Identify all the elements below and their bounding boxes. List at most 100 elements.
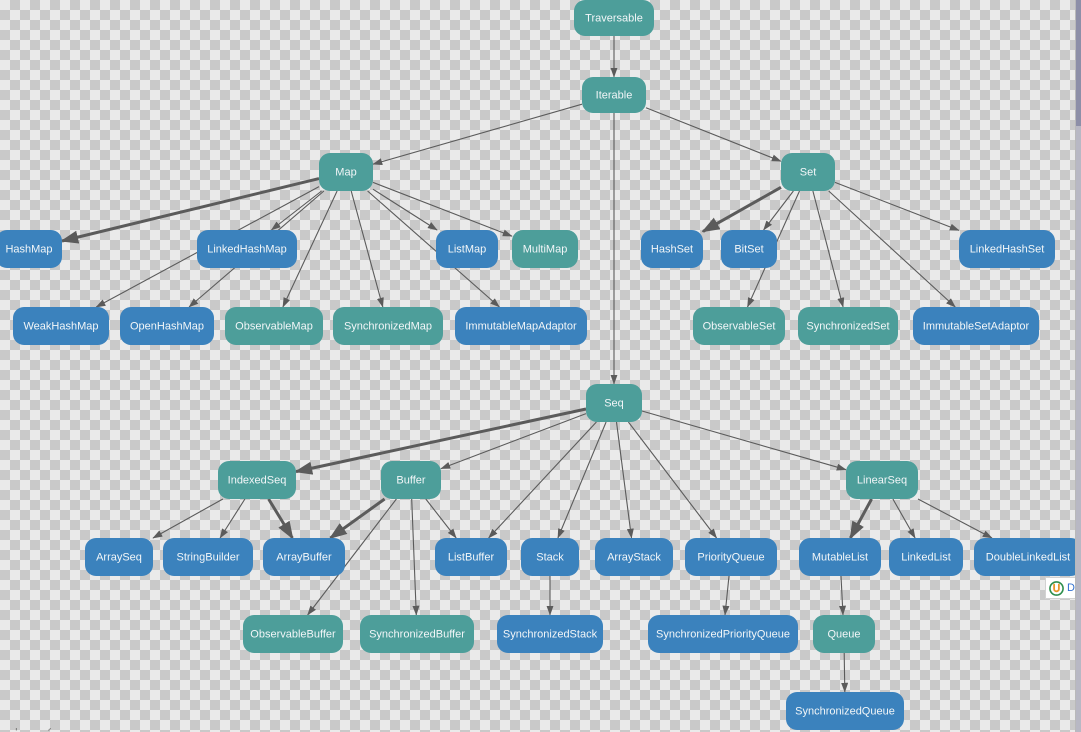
node-arraybuffer[interactable]: ArrayBuffer [263,538,345,576]
node-label: ObservableBuffer [250,628,336,640]
edge-Seq-to-IndexedSeq [294,407,587,475]
node-set[interactable]: Set [781,153,835,191]
node-multimap[interactable]: MultiMap [512,230,578,268]
node-label: IndexedSeq [228,474,287,486]
edge-Seq-to-Stack [557,421,607,539]
vertical-scrollbar[interactable] [1075,0,1081,732]
bottom-sliver-text: a partially visible line of cut-off text [6,728,173,731]
node-arraystack[interactable]: ArrayStack [595,538,673,576]
edge-MutableList-to-Queue [839,575,847,616]
node-label: LinkedHashSet [970,243,1045,255]
scrollbar-trough[interactable] [1076,126,1081,732]
edge-LinearSeq-to-DoubleLinkedList [917,498,993,539]
node-layer: Traversable Iterable Map Set HashMap LinkedHa… [0,0,1076,730]
node-buffer[interactable]: Buffer [381,461,441,499]
node-immutablesetadaptor[interactable]: ImmutableSetAdaptor [913,307,1039,345]
node-label: HashSet [651,243,693,255]
node-mutablelist[interactable]: MutableList [799,538,881,576]
node-seq[interactable]: Seq [586,384,642,422]
node-label: BitSet [734,243,763,255]
edge-LinearSeq-to-LinkedList [892,498,916,539]
edge-Seq-to-PriorityQueue [627,421,718,539]
node-label: LinearSeq [857,474,907,486]
edge-Iterable-to-Map [372,103,583,166]
edge-Buffer-to-ArrayBuffer [328,497,386,540]
node-synchronizedmap[interactable]: SynchronizedMap [333,307,443,345]
edge-Seq-to-LinearSeq [641,410,847,471]
node-listmap[interactable]: ListMap [436,230,498,268]
node-label: PriorityQueue [697,551,764,563]
node-observableset[interactable]: ObservableSet [693,307,785,345]
node-stack[interactable]: Stack [521,538,579,576]
node-label: LinkedHashMap [207,243,287,255]
class-hierarchy-diagram: Traversable Iterable Map Set HashMap LinkedHa… [0,0,1076,730]
edge-Iterable-to-Set [645,107,782,162]
node-label: ArrayBuffer [276,551,332,563]
node-label: ArraySeq [96,551,142,563]
edge-Seq-to-ArrayStack [615,421,634,539]
node-traversable[interactable]: Traversable [574,0,654,36]
node-label: HashMap [5,243,52,255]
edge-PriorityQueue-to-SynchronizedPriorityQueue [722,575,730,616]
node-hashmap[interactable]: HashMap [0,230,62,268]
edge-Set-to-SynchronizedSet [812,190,845,308]
node-immutablemapadaptor[interactable]: ImmutableMapAdaptor [455,307,587,345]
edge-Buffer-to-ListBuffer [425,498,457,539]
node-queue[interactable]: Queue [813,615,875,653]
node-synchronizedstack[interactable]: SynchronizedStack [497,615,603,653]
edge-Map-to-SynchronizedMap [350,190,384,308]
node-synchronizedbuffer[interactable]: SynchronizedBuffer [360,615,474,653]
node-doublelinkedlist[interactable]: DoubleLinkedList [974,538,1076,576]
node-label: ArrayStack [607,551,661,563]
node-synchronizedqueue[interactable]: SynchronizedQueue [786,692,904,730]
screenshot-root: Traversable Iterable Map Set HashMap LinkedHa… [0,0,1081,732]
node-label: SynchronizedStack [503,628,598,640]
node-label: Seq [604,397,624,409]
node-stringbuilder[interactable]: StringBuilder [163,538,253,576]
node-observablebuffer[interactable]: ObservableBuffer [243,615,343,653]
node-label: Set [800,166,817,178]
node-linkedhashmap[interactable]: LinkedHashMap [197,230,297,268]
popup-text: D [1067,582,1075,594]
node-label: MultiMap [523,243,568,255]
node-observablemap[interactable]: ObservableMap [225,307,323,345]
node-label: DoubleLinkedList [986,551,1070,563]
node-iterable[interactable]: Iterable [582,77,646,113]
node-label: SynchronizedBuffer [369,628,465,640]
node-label: ImmutableMapAdaptor [465,320,577,332]
node-map[interactable]: Map [319,153,373,191]
node-label: Map [335,166,356,178]
node-label: ListMap [448,243,487,255]
node-label: ImmutableSetAdaptor [923,320,1030,332]
node-label: Queue [827,628,860,640]
node-synchronizedpriorityqueue[interactable]: SynchronizedPriorityQueue [648,615,798,653]
node-label: StringBuilder [177,551,240,563]
edge-Set-to-BitSet [763,190,794,231]
node-weakhashmap[interactable]: WeakHashMap [13,307,109,345]
node-listbuffer[interactable]: ListBuffer [435,538,507,576]
node-label: MutableList [812,551,868,563]
node-label: Buffer [396,474,425,486]
scrollbar-thumb[interactable] [1076,0,1081,126]
node-synchronizedset[interactable]: SynchronizedSet [798,307,898,345]
node-linearseq[interactable]: LinearSeq [846,461,918,499]
node-label: SynchronizedSet [806,320,889,332]
node-label: SynchronizedPriorityQueue [656,628,790,640]
node-linkedhashset[interactable]: LinkedHashSet [959,230,1055,268]
node-indexedseq[interactable]: IndexedSeq [218,461,296,499]
node-label: OpenHashMap [130,320,204,332]
node-label: Stack [536,551,564,563]
edge-Map-to-LinkedHashMap [270,190,322,231]
node-linkedlist[interactable]: LinkedList [889,538,963,576]
node-bitset[interactable]: BitSet [721,230,777,268]
node-label: Iterable [596,89,633,101]
node-label: Traversable [585,12,643,24]
node-label: WeakHashMap [24,320,99,332]
node-arrayseq[interactable]: ArraySeq [85,538,153,576]
edge-IndexedSeq-to-ArraySeq [152,498,224,539]
node-label: ObservableSet [703,320,776,332]
edge-layer [60,36,993,693]
node-openhashmap[interactable]: OpenHashMap [120,307,214,345]
node-hashset[interactable]: HashSet [641,230,703,268]
node-priorityqueue[interactable]: PriorityQueue [685,538,777,576]
